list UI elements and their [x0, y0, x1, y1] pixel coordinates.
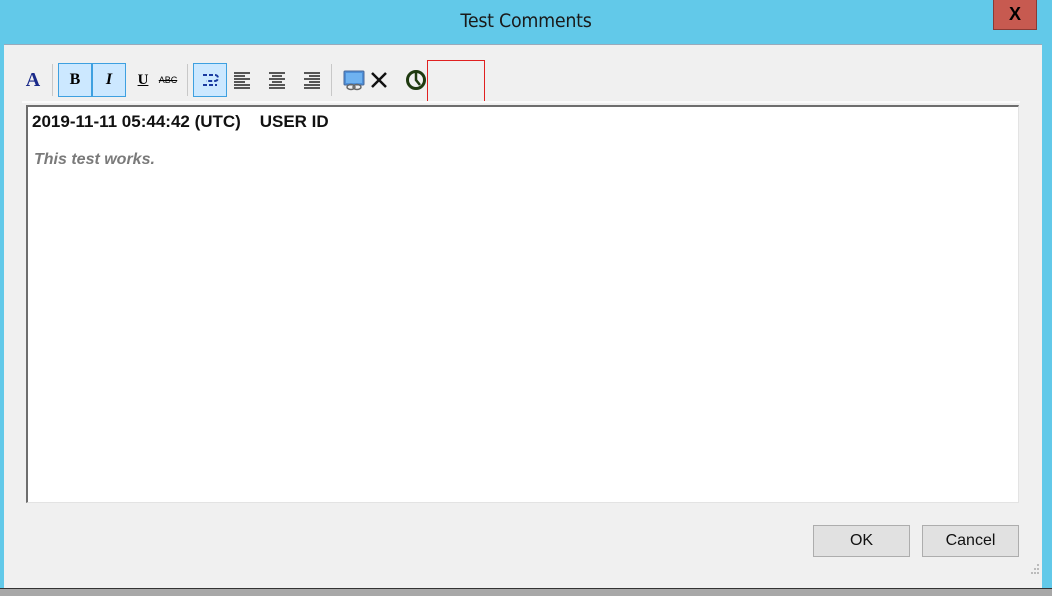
clock-icon	[406, 70, 426, 90]
timestamp-button[interactable]	[405, 67, 427, 93]
italic-icon: I	[105, 71, 113, 88]
close-button[interactable]: X	[993, 0, 1037, 30]
resize-grip-icon[interactable]	[1028, 563, 1040, 575]
ok-button[interactable]: OK	[813, 525, 910, 557]
align-right-button[interactable]	[301, 67, 323, 93]
strikethrough-button[interactable]: ABC	[157, 67, 179, 93]
title-bar: Test Comments X	[0, 0, 1052, 44]
insert-link-button[interactable]	[343, 67, 365, 93]
comment-header: 2019-11-11 05:44:42 (UTC) USER ID	[32, 112, 329, 131]
align-right-icon	[304, 72, 320, 89]
font-color-icon: A	[25, 68, 41, 91]
strikethrough-icon: ABC	[158, 75, 178, 85]
italic-button[interactable]: I	[92, 63, 126, 97]
link-icon	[343, 70, 365, 91]
align-left-button[interactable]	[231, 67, 253, 93]
toolbar-separator	[187, 64, 188, 96]
toolbar-divider	[22, 101, 1020, 103]
underline-icon: U	[137, 71, 149, 88]
delete-button[interactable]	[368, 67, 390, 93]
font-color-button[interactable]: A	[22, 67, 44, 93]
delete-x-icon	[371, 72, 387, 88]
comment-editor[interactable]: 2019-11-11 05:44:42 (UTC) USER ID This t…	[26, 105, 1019, 503]
wrap-button[interactable]	[193, 63, 227, 97]
underline-button[interactable]: U	[132, 67, 154, 93]
window-title: Test Comments	[460, 10, 592, 32]
close-icon: X	[1008, 4, 1021, 24]
toolbar-separator	[52, 64, 53, 96]
formatting-toolbar: A B I U ABC	[22, 62, 430, 98]
bold-button[interactable]: B	[58, 63, 92, 97]
cancel-button[interactable]: Cancel	[922, 525, 1019, 557]
toolbar-separator	[331, 64, 332, 96]
bold-icon: B	[69, 71, 81, 88]
align-left-icon	[234, 72, 250, 89]
wrap-text-icon	[203, 74, 219, 86]
highlight-annotation-box	[427, 60, 485, 103]
align-center-icon	[269, 72, 285, 89]
align-center-button[interactable]	[266, 67, 288, 93]
comment-text: This test works.	[34, 151, 155, 168]
